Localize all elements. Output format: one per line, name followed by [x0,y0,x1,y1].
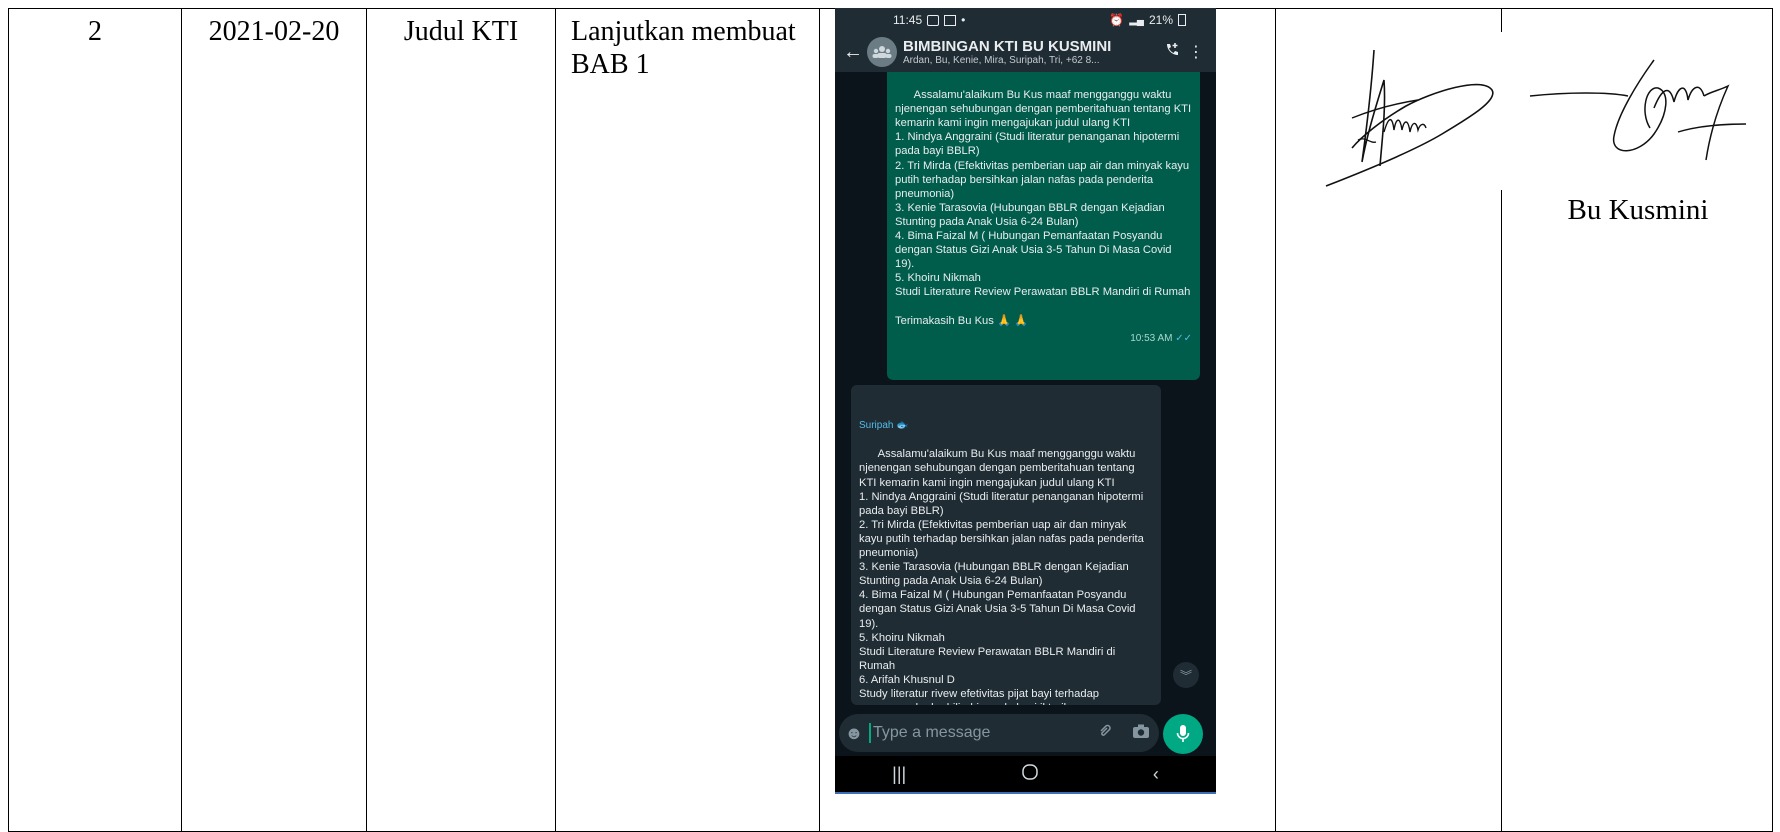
fish-icon: 🐟 [896,420,909,432]
group-avatar-icon[interactable] [867,37,897,67]
home-icon[interactable] [1021,763,1039,786]
chat-title-block[interactable]: BIMBINGAN KTI BU KUSMINI Ardan, Bu, Keni… [903,38,1160,66]
notification-icon [927,14,940,26]
gallery-icon [944,14,957,26]
chat-area[interactable]: Assalamu'alaikum Bu Kus maaf mengganggu … [835,72,1216,714]
group-members: Ardan, Bu, Kenie, Mira, Suripah, Tri, +6… [903,55,1100,66]
paperclip-icon[interactable] [1087,723,1123,744]
supervisor-signature [1529,59,1747,161]
text-caret [869,723,871,743]
add-call-icon[interactable] [1160,42,1184,63]
row-topic: Judul KTI [403,16,519,47]
cell-task: Lanjutkan membuat BAB 1 [555,8,820,832]
incoming-message-text: Assalamu'alaikum Bu Kus maaf mengganggu … [859,448,1144,705]
cell-date: 2021-02-20 [181,8,367,832]
group-name: BIMBINGAN KTI BU KUSMINI [903,38,1112,55]
emoji-icon[interactable]: ☻ [839,723,869,744]
battery-icon [1178,14,1186,26]
cell-no: 2 [8,8,182,832]
row-task: Lanjutkan membuat BAB 1 [571,16,796,80]
incoming-sender: Suripah 🐟 [859,419,1153,433]
android-navbar: ||| ‹ [835,756,1216,792]
sender-name: Suripah [859,420,894,432]
outgoing-message-bubble[interactable]: Assalamu'alaikum Bu Kus maaf mengganggu … [887,72,1200,381]
status-time: 11:45 [893,13,923,27]
supervisor-name: Bu Kusmini [1567,194,1709,226]
whatsapp-screenshot: 11:45 • ⏰ ▂▄ 21% ← BIMBINGAN KTI BU KUSM… [835,8,1216,792]
double-check-icon: ✓✓ [1175,332,1192,344]
outgoing-message-text: Assalamu'alaikum Bu Kus maaf mengganggu … [895,89,1192,327]
message-meta: 10:53 AM ✓✓ [895,332,1192,346]
row-number: 2 [88,16,102,47]
incoming-message-bubble[interactable]: Suripah 🐟 Assalamu'alaikum Bu Kus maaf m… [851,385,1161,705]
chevron-double-down-icon[interactable]: ︾ [1173,662,1199,688]
image-underline [835,792,1216,794]
recent-apps-icon[interactable]: ||| [892,764,906,785]
battery-level: 21% [1148,13,1173,27]
chat-header: ← BIMBINGAN KTI BU KUSMINI Ardan, Bu, Ke… [835,32,1216,72]
message-input[interactable]: Type a message [873,724,1087,742]
dot-icon: • [961,13,966,27]
student-signature [1325,49,1494,187]
alarm-icon: ⏰ [1109,13,1125,27]
more-vert-icon[interactable]: ⋮ [1184,42,1208,62]
status-bar: 11:45 • ⏰ ▂▄ 21% [835,8,1216,32]
nav-back-icon[interactable]: ‹ [1153,764,1159,785]
camera-icon[interactable] [1123,723,1159,744]
message-composer[interactable]: ☻ Type a message [839,714,1159,752]
mic-icon[interactable] [1163,714,1203,754]
cell-topic: Judul KTI [366,8,556,832]
row-date: 2021-02-20 [208,16,340,47]
arrow-left-icon[interactable]: ← [843,41,863,64]
outgoing-time: 10:53 AM [1130,332,1173,344]
signal-icon: ▂▄ [1129,14,1144,26]
